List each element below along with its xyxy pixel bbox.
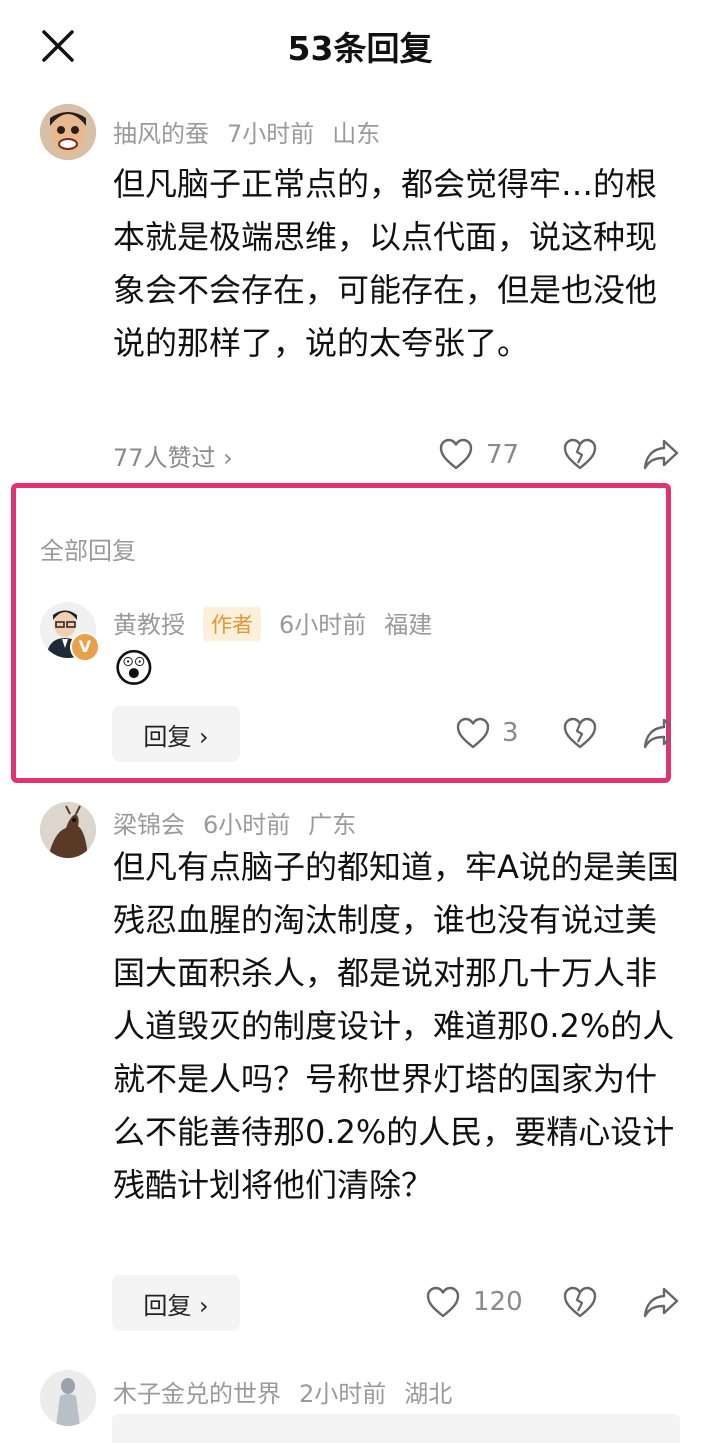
share-icon[interactable] bbox=[642, 437, 680, 471]
comment-text: 但凡有点脑子的都知道，牢A说的是美国残忍血腥的淘汰制度，谁也没有说过美国大面积杀… bbox=[113, 848, 679, 1204]
heart-icon[interactable] bbox=[455, 716, 491, 750]
page-title: 53条回复 bbox=[287, 29, 433, 68]
share-icon[interactable] bbox=[642, 1285, 680, 1319]
username[interactable]: 黄教授 bbox=[113, 611, 185, 639]
location: 福建 bbox=[384, 611, 433, 639]
reply-button[interactable]: 回复 › bbox=[112, 706, 240, 762]
reply-button[interactable]: 回复 › bbox=[112, 1275, 240, 1331]
avatar[interactable] bbox=[40, 802, 96, 858]
username[interactable]: 抽风的蚕 bbox=[113, 120, 209, 148]
comment-meta: 抽风的蚕 7小时前 山东 bbox=[113, 114, 398, 149]
location: 山东 bbox=[332, 120, 381, 148]
emoji-reply: 😲 bbox=[113, 646, 155, 692]
like-count: 77 bbox=[486, 440, 520, 470]
timestamp: 2小时前 bbox=[299, 1380, 387, 1408]
share-icon[interactable] bbox=[642, 716, 670, 750]
broken-heart-icon[interactable] bbox=[562, 437, 598, 471]
timestamp: 6小时前 bbox=[279, 611, 367, 639]
comment-meta: 黄教授 作者 6小时前 福建 bbox=[113, 605, 450, 641]
heart-icon[interactable] bbox=[438, 437, 474, 471]
timestamp: 7小时前 bbox=[227, 120, 315, 148]
comment-meta: 梁锦会 6小时前 广东 bbox=[113, 805, 374, 840]
verified-badge-icon: V bbox=[70, 632, 100, 662]
heart-icon[interactable] bbox=[425, 1285, 461, 1319]
quoted-content-box bbox=[112, 1414, 680, 1443]
location: 广东 bbox=[308, 811, 357, 839]
avatar[interactable] bbox=[40, 104, 96, 160]
like-count: 120 bbox=[473, 1287, 523, 1317]
username[interactable]: 梁锦会 bbox=[113, 811, 185, 839]
broken-heart-icon[interactable] bbox=[562, 716, 598, 750]
broken-heart-icon[interactable] bbox=[562, 1285, 598, 1319]
liked-by-link[interactable]: 77人赞过 › bbox=[113, 438, 233, 473]
avatar[interactable] bbox=[40, 1370, 96, 1426]
location: 湖北 bbox=[404, 1380, 453, 1408]
comment-meta: 木子金兑的世界 2小时前 湖北 bbox=[113, 1374, 470, 1409]
like-count: 3 bbox=[502, 718, 519, 748]
all-replies-label: 全部回复 bbox=[40, 537, 136, 565]
author-badge: 作者 bbox=[203, 607, 261, 641]
timestamp: 6小时前 bbox=[203, 811, 291, 839]
comment-text: 但凡脑子正常点的，都会觉得牢…的根本就是极端思维，以点代面，说这种现象会不会存在… bbox=[113, 165, 658, 362]
username[interactable]: 木子金兑的世界 bbox=[113, 1380, 281, 1408]
